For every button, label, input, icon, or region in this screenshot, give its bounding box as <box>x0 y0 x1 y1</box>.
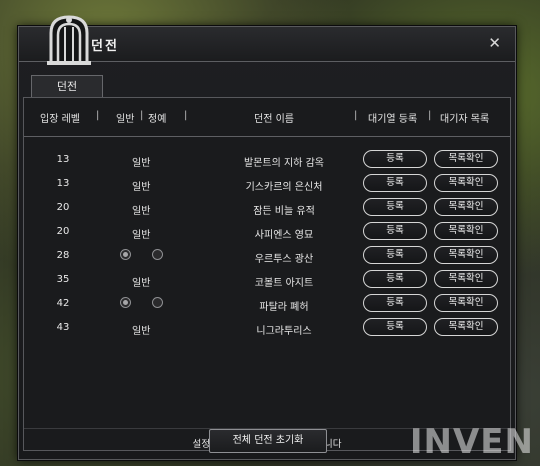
elite-difficulty-radio[interactable] <box>152 297 163 308</box>
column-elite: 정예 <box>148 114 167 125</box>
column-name: 던전 이름 <box>254 114 294 125</box>
register-button[interactable]: 등록 <box>363 246 427 264</box>
register-button[interactable]: 등록 <box>363 198 427 216</box>
row-difficulty: 일반 <box>132 326 151 337</box>
register-button[interactable]: 등록 <box>363 318 427 336</box>
row-level: 13 <box>56 154 70 165</box>
row-level: 28 <box>56 250 70 261</box>
dungeon-window: 던전 ✕ 던전 입장 레벨 | 일반 | 정예 | 던전 이름 | 대기열 등록… <box>18 15 516 460</box>
column-separator: | <box>140 110 144 121</box>
row-dungeon-name: 니그라투리스 <box>256 326 312 337</box>
register-button[interactable]: 등록 <box>363 174 427 192</box>
elite-difficulty-radio[interactable] <box>152 249 163 260</box>
register-button[interactable]: 등록 <box>363 270 427 288</box>
table-row: 42 파탈라 폐허 등록 목록확인 <box>24 292 510 316</box>
view-list-button[interactable]: 목록확인 <box>434 222 498 240</box>
close-icon[interactable]: ✕ <box>488 34 501 52</box>
row-difficulty: 일반 <box>132 230 151 241</box>
row-dungeon-name: 사피엔스 영묘 <box>254 230 314 241</box>
table-row: 28 우르투스 광산 등록 목록확인 <box>24 244 510 268</box>
column-level: 입장 레벨 <box>40 114 80 125</box>
column-separator: | <box>184 110 188 121</box>
row-level: 35 <box>56 274 70 285</box>
row-level: 20 <box>56 226 70 237</box>
watermark-logo: INVEN <box>409 422 534 462</box>
column-separator: | <box>428 110 432 121</box>
header-divider <box>24 136 510 137</box>
register-button[interactable]: 등록 <box>363 150 427 168</box>
row-difficulty: 일반 <box>132 182 151 193</box>
table-row: 20 일반 잠든 비늘 유적 등록 목록확인 <box>24 196 510 220</box>
row-dungeon-name: 파탈라 폐허 <box>259 302 309 313</box>
normal-difficulty-radio[interactable] <box>120 297 131 308</box>
row-level: 20 <box>56 202 70 213</box>
gate-emblem-icon <box>45 13 93 69</box>
table-row: 13 일반 기스카르의 은신처 등록 목록확인 <box>24 172 510 196</box>
table-row: 20 일반 사피엔스 영묘 등록 목록확인 <box>24 220 510 244</box>
title-bar[interactable]: 던전 ✕ <box>19 15 515 65</box>
register-button[interactable]: 등록 <box>363 222 427 240</box>
view-list-button[interactable]: 목록확인 <box>434 246 498 264</box>
row-dungeon-name: 기스카르의 은신처 <box>245 182 323 193</box>
view-list-button[interactable]: 목록확인 <box>434 294 498 312</box>
window-title: 던전 <box>91 39 119 54</box>
view-list-button[interactable]: 목록확인 <box>434 270 498 288</box>
row-dungeon-name: 발몬트의 지하 감옥 <box>244 158 324 169</box>
reset-all-dungeons-button[interactable]: 전체 던전 초기화 <box>209 429 327 453</box>
row-dungeon-name: 코볼트 아지트 <box>254 278 314 289</box>
tab-dungeon[interactable]: 던전 <box>31 75 103 98</box>
row-dungeon-name: 우르투스 광산 <box>254 254 314 265</box>
row-level: 42 <box>56 298 70 309</box>
table-row: 35 일반 코볼트 아지트 등록 목록확인 <box>24 268 510 292</box>
row-level: 13 <box>56 178 70 189</box>
column-normal: 일반 <box>116 114 135 125</box>
register-button[interactable]: 등록 <box>363 294 427 312</box>
column-queue: 대기열 등록 <box>368 114 418 125</box>
view-list-button[interactable]: 목록확인 <box>434 150 498 168</box>
table-row: 43 일반 니그라투리스 등록 목록확인 <box>24 316 510 340</box>
view-list-button[interactable]: 목록확인 <box>434 198 498 216</box>
dungeon-list-panel: 입장 레벨 | 일반 | 정예 | 던전 이름 | 대기열 등록 | 대기자 목… <box>23 97 511 451</box>
view-list-button[interactable]: 목록확인 <box>434 174 498 192</box>
row-difficulty: 일반 <box>132 206 151 217</box>
row-difficulty: 일반 <box>132 278 151 289</box>
row-level: 43 <box>56 322 70 333</box>
table-header: 입장 레벨 | 일반 | 정예 | 던전 이름 | 대기열 등록 | 대기자 목… <box>24 106 510 128</box>
row-dungeon-name: 잠든 비늘 유적 <box>253 206 315 217</box>
view-list-button[interactable]: 목록확인 <box>434 318 498 336</box>
column-separator: | <box>354 110 358 121</box>
table-row: 13 일반 발몬트의 지하 감옥 등록 목록확인 <box>24 148 510 172</box>
column-waitlist: 대기자 목록 <box>440 114 490 125</box>
normal-difficulty-radio[interactable] <box>120 249 131 260</box>
column-separator: | <box>96 110 100 121</box>
row-difficulty: 일반 <box>132 158 151 169</box>
